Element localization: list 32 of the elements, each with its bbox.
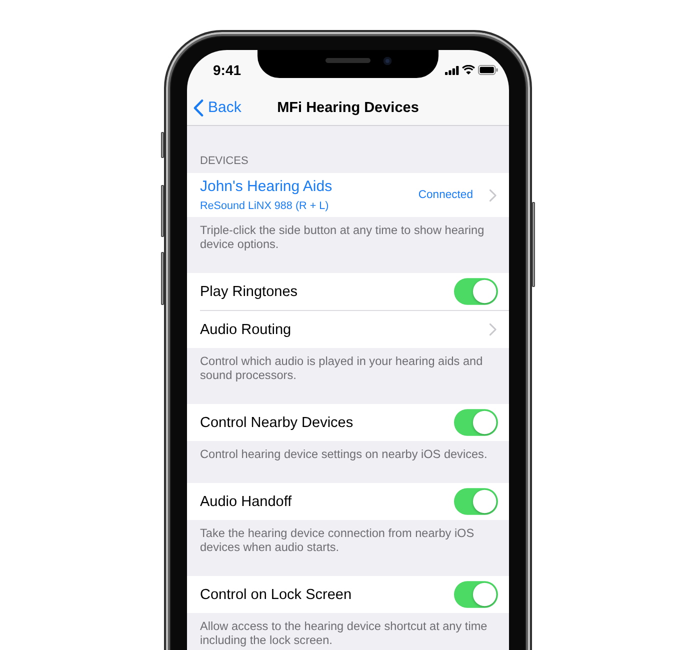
side-key-drawing — [161, 132, 164, 158]
row-label: Play Ringtones — [200, 284, 299, 300]
connection-status: Connected — [418, 189, 473, 201]
row-label: Audio Routing — [200, 322, 292, 338]
section-footer: Triple-click the side button at any time to show hearing device options. — [187, 217, 509, 273]
toggle-switch[interactable] — [454, 409, 498, 436]
section-footer: Allow access to the hearing device shortcut at any time including the lock screen. — [187, 613, 509, 650]
row-label: Control on Lock Screen — [200, 586, 353, 602]
section-footer: Control which audio is played in your hearing aids and sound processors. — [187, 348, 509, 404]
signal-icon — [445, 66, 459, 74]
battery-icon — [478, 65, 498, 75]
toggle-switch[interactable] — [454, 278, 498, 305]
section-footer: Control hearing device settings on nearby iOS devices. — [187, 441, 509, 483]
side-key-drawing — [161, 185, 164, 237]
row-label: Control Nearby Devices — [200, 414, 354, 430]
device-row[interactable]: John's Hearing Aids ReSound LiNX 988 (R + L) Connected — [187, 173, 509, 217]
device-name: John's Hearing Aids — [200, 178, 334, 196]
section-footer: Take the hearing device connection from nearby iOS devices when audio starts. — [187, 520, 509, 576]
device-model: ReSound LiNX 988 (R + L) — [200, 198, 330, 212]
toggle-switch[interactable] — [454, 581, 498, 608]
side-key-drawing — [161, 252, 164, 305]
navigation-title: MFi Hearing Devices — [277, 100, 419, 116]
settings-row[interactable]: Audio Routing — [187, 311, 509, 348]
status-time: 9:41 — [213, 62, 242, 78]
chevron-icon — [489, 188, 497, 202]
back-button[interactable]: Back — [193, 98, 242, 118]
wifi-icon — [462, 65, 475, 75]
row-label: Audio Handoff — [200, 494, 293, 510]
section-header: DEVICES — [199, 154, 250, 169]
chevron-icon — [193, 98, 204, 116]
toggle-switch[interactable] — [454, 488, 498, 515]
chevron-icon — [489, 323, 497, 336]
